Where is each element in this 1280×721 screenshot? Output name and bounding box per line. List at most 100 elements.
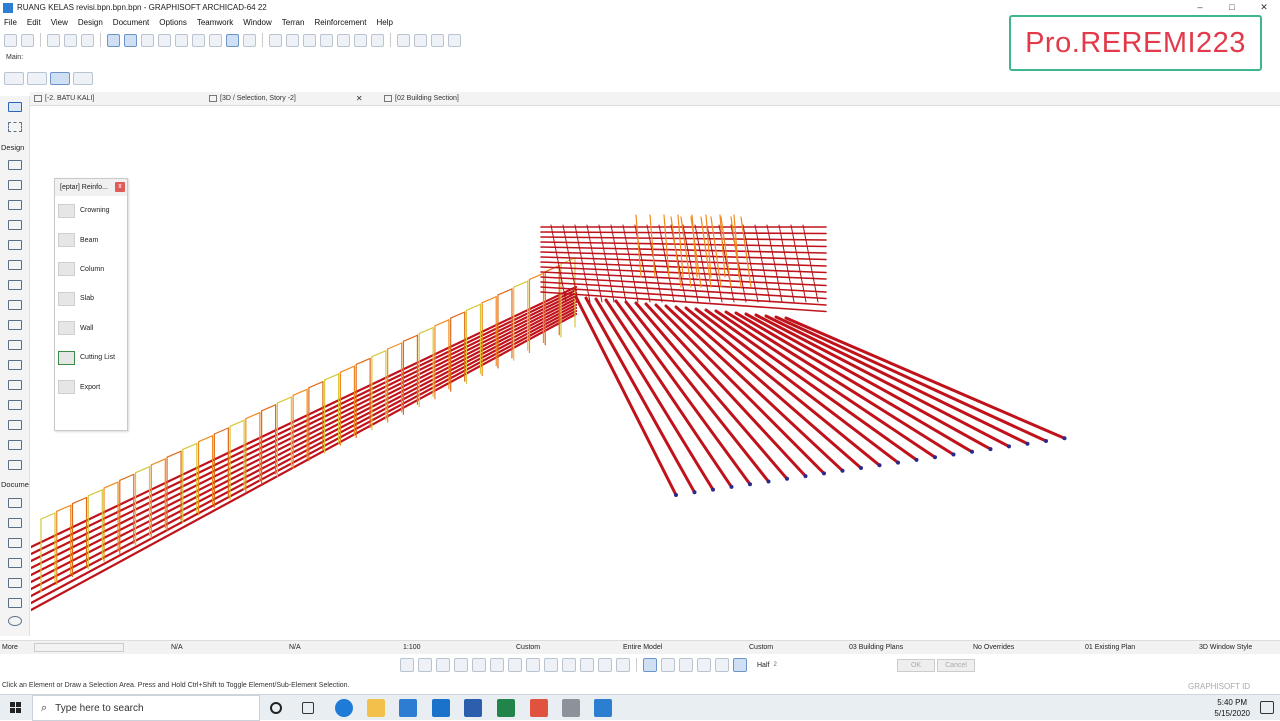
resize-icon[interactable]: [526, 658, 540, 672]
palette-item-cutting-list[interactable]: Cutting List: [55, 343, 127, 372]
edge-icon[interactable]: [335, 699, 353, 717]
layer-combo-icon[interactable]: [27, 71, 47, 85]
offset-icon[interactable]: [320, 33, 333, 47]
graphic-overrides-field[interactable]: No Overrides: [973, 644, 1014, 651]
relative-construction-icon[interactable]: [733, 658, 747, 672]
pen-set-field[interactable]: Custom: [749, 644, 773, 651]
more-button[interactable]: More: [2, 644, 18, 651]
building-plans-field[interactable]: 03 Building Plans: [849, 644, 903, 651]
trace-icon[interactable]: [226, 33, 239, 47]
window-tool-icon[interactable]: [8, 200, 22, 210]
menu-reinforcement[interactable]: Reinforcement: [314, 18, 366, 27]
split-icon[interactable]: [269, 33, 282, 47]
mail-icon[interactable]: [432, 699, 450, 717]
dimension-tool-icon[interactable]: [8, 498, 22, 508]
tab-batu-kali[interactable]: [-2. BATU KALI]: [30, 92, 205, 106]
view-mode-icon[interactable]: [4, 71, 24, 85]
palette-item-slab[interactable]: Slab: [55, 284, 127, 313]
archicad-taskbar-icon[interactable]: [594, 699, 612, 717]
eyedropper-icon[interactable]: [81, 33, 94, 47]
cursor-icon[interactable]: [73, 71, 93, 85]
navigator-icon[interactable]: [448, 33, 461, 47]
wall-tool-icon[interactable]: [8, 160, 22, 170]
tab-building-section[interactable]: [02 Building Section]: [380, 92, 580, 106]
menu-window[interactable]: Window: [243, 18, 271, 27]
orbit-view-icon[interactable]: [50, 71, 70, 85]
palette-item-column[interactable]: Column: [55, 255, 127, 284]
mesh-tool-icon[interactable]: [8, 460, 22, 470]
hatch-icon[interactable]: [472, 658, 486, 672]
move-icon[interactable]: [400, 658, 414, 672]
zone-tool-icon[interactable]: [8, 440, 22, 450]
guide-icon[interactable]: [715, 658, 729, 672]
elevation-icon[interactable]: [490, 658, 504, 672]
text-tool-icon[interactable]: [8, 538, 22, 548]
object-tool-icon[interactable]: [8, 420, 22, 430]
arc-tool-icon[interactable]: [8, 616, 22, 626]
ruler-icon[interactable]: [175, 33, 188, 47]
stair-tool-icon[interactable]: [8, 280, 22, 290]
magic-wand-icon[interactable]: [679, 658, 693, 672]
3d-viewport[interactable]: [31, 107, 1271, 640]
level-dimension-tool-icon[interactable]: [8, 518, 22, 528]
group-icon[interactable]: [243, 33, 256, 47]
intersect-icon[interactable]: [337, 33, 350, 47]
palette-header[interactable]: [eptar] Reinfo... x: [55, 179, 127, 196]
scale-field[interactable]: 1:100: [403, 644, 421, 651]
curtain-wall-tool-icon[interactable]: [8, 380, 22, 390]
marquee-icon[interactable]: [192, 33, 205, 47]
render-icon[interactable]: [414, 33, 427, 47]
railing-tool-icon[interactable]: [8, 300, 22, 310]
render-icon[interactable]: [454, 658, 468, 672]
snap-icon[interactable]: [643, 658, 657, 672]
inject-icon[interactable]: [64, 33, 77, 47]
menu-document[interactable]: Document: [113, 18, 149, 27]
menu-view[interactable]: View: [51, 18, 68, 27]
close-tab-icon[interactable]: ✕: [356, 94, 363, 103]
copy-icon[interactable]: [418, 658, 432, 672]
menu-file[interactable]: File: [4, 18, 17, 27]
filter-icon[interactable]: [616, 658, 630, 672]
menu-teamwork[interactable]: Teamwork: [197, 18, 233, 27]
rotate-icon[interactable]: [371, 33, 384, 47]
shell-tool-icon[interactable]: [8, 340, 22, 350]
notification-icon[interactable]: [1260, 701, 1274, 714]
check-icon[interactable]: [661, 658, 675, 672]
grid-snap-icon[interactable]: [158, 33, 171, 47]
palette-item-beam[interactable]: Beam: [55, 225, 127, 254]
menu-terran[interactable]: Terran: [282, 18, 305, 27]
align-icon[interactable]: [562, 658, 576, 672]
floor-plan-icon[interactable]: [397, 33, 410, 47]
layers-icon[interactable]: [141, 33, 154, 47]
palette-item-export[interactable]: Export: [55, 372, 127, 401]
store-icon[interactable]: [399, 699, 417, 717]
zoom-field[interactable]: N/A: [171, 644, 183, 651]
palette-item-crowning[interactable]: Crowning: [55, 196, 127, 225]
file-explorer-icon[interactable]: [367, 699, 385, 717]
morph-tool-icon[interactable]: [8, 400, 22, 410]
palette-close-button[interactable]: x: [115, 182, 125, 192]
edit-icon[interactable]: [436, 658, 450, 672]
menu-edit[interactable]: Edit: [27, 18, 41, 27]
snap-guides-icon[interactable]: [107, 33, 120, 47]
pick-up-icon[interactable]: [47, 33, 60, 47]
undo-icon[interactable]: [4, 33, 17, 47]
excel-icon[interactable]: [497, 699, 515, 717]
fillet-icon[interactable]: [354, 33, 367, 47]
fit-icon[interactable]: [697, 658, 711, 672]
line-tool-icon[interactable]: [8, 598, 22, 608]
close-window-button[interactable]: ✕: [1248, 0, 1280, 15]
ok-button[interactable]: OK: [897, 659, 935, 672]
app-icon[interactable]: [562, 699, 580, 717]
palette-item-wall[interactable]: Wall: [55, 314, 127, 343]
column-tool-icon[interactable]: [8, 220, 22, 230]
menu-options[interactable]: Options: [159, 18, 187, 27]
roof-tool-icon[interactable]: [8, 320, 22, 330]
skylight-tool-icon[interactable]: [8, 360, 22, 370]
window-style-field[interactable]: 3D Window Style: [1199, 644, 1252, 651]
start-button[interactable]: [0, 695, 32, 721]
fill-tool-icon[interactable]: [8, 578, 22, 588]
layer-combo-field[interactable]: Custom: [516, 644, 540, 651]
label-tool-icon[interactable]: [8, 558, 22, 568]
maximize-button[interactable]: □: [1216, 0, 1248, 15]
